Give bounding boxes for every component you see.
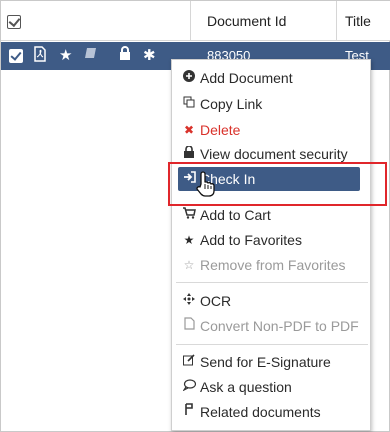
menu-item-label: Related documents (200, 404, 321, 420)
comment-icon (181, 375, 196, 399)
plus-circle-icon (182, 66, 196, 90)
menu-item-label: Convert Non-PDF to PDF (200, 318, 359, 334)
hand-pointer-icon (195, 171, 217, 197)
star-outline-icon: ☆ (183, 258, 195, 272)
pdf-icon (182, 314, 196, 338)
menu-item-related-documents[interactable]: Related documents (178, 400, 366, 424)
menu-item-remove-from-favorites[interactable]: ☆ Remove from Favorites (178, 253, 366, 277)
gear-icon[interactable]: ✱ (143, 46, 156, 66)
menu-item-label: Send for E-Signature (200, 354, 331, 370)
crosshairs-icon (182, 289, 196, 313)
star-icon: ★ (183, 233, 195, 247)
edit-icon (182, 350, 196, 374)
cart-icon (182, 203, 196, 227)
menu-item-ocr[interactable]: OCR (178, 289, 366, 313)
star-icon[interactable]: ★ (59, 46, 72, 66)
menu-item-label: OCR (200, 293, 232, 309)
menu-item-add-to-cart[interactable]: Add to Cart (178, 203, 366, 227)
notes-icon[interactable] (84, 46, 98, 66)
menu-item-ask-question[interactable]: Ask a question (178, 375, 366, 399)
menu-divider (176, 344, 368, 345)
header-document-id-label: Document Id (207, 13, 287, 29)
document-grid: Document Id Title ★ ✱ 883050 Test Add Do… (0, 0, 390, 432)
grid-header: Document Id Title (1, 1, 390, 41)
menu-item-label: Add to Favorites (200, 232, 302, 248)
menu-item-label: Remove from Favorites (200, 257, 346, 273)
select-all-checkbox[interactable] (7, 15, 21, 29)
menu-item-add-document[interactable]: Add Document (178, 66, 366, 90)
menu-divider (176, 282, 368, 283)
menu-item-add-to-favorites[interactable]: ★ Add to Favorites (178, 228, 366, 252)
menu-item-copy-link[interactable]: Copy Link (178, 92, 366, 116)
menu-item-label: Copy Link (200, 96, 263, 112)
header-select-cell (1, 1, 191, 41)
branch-icon (182, 400, 196, 424)
row-checkbox[interactable] (9, 49, 23, 63)
menu-item-convert-non-pdf[interactable]: Convert Non-PDF to PDF (178, 314, 366, 338)
menu-item-label: Add Document (200, 70, 293, 86)
menu-item-label: Add to Cart (200, 207, 271, 223)
context-menu: Add Document Copy Link ✖ Delete View doc… (171, 59, 371, 431)
pdf-icon[interactable] (33, 46, 47, 68)
header-title-label: Title (345, 13, 371, 29)
header-title[interactable]: Title (337, 1, 390, 41)
close-icon: ✖ (183, 123, 195, 137)
menu-item-label: Ask a question (200, 379, 292, 395)
menu-item-label: Delete (200, 122, 241, 138)
lock-icon[interactable] (119, 46, 131, 66)
menu-item-send-esignature[interactable]: Send for E-Signature (178, 350, 366, 374)
header-document-id[interactable]: Document Id (191, 1, 337, 41)
copy-icon (182, 92, 196, 116)
menu-item-delete[interactable]: ✖ Delete (178, 118, 366, 142)
